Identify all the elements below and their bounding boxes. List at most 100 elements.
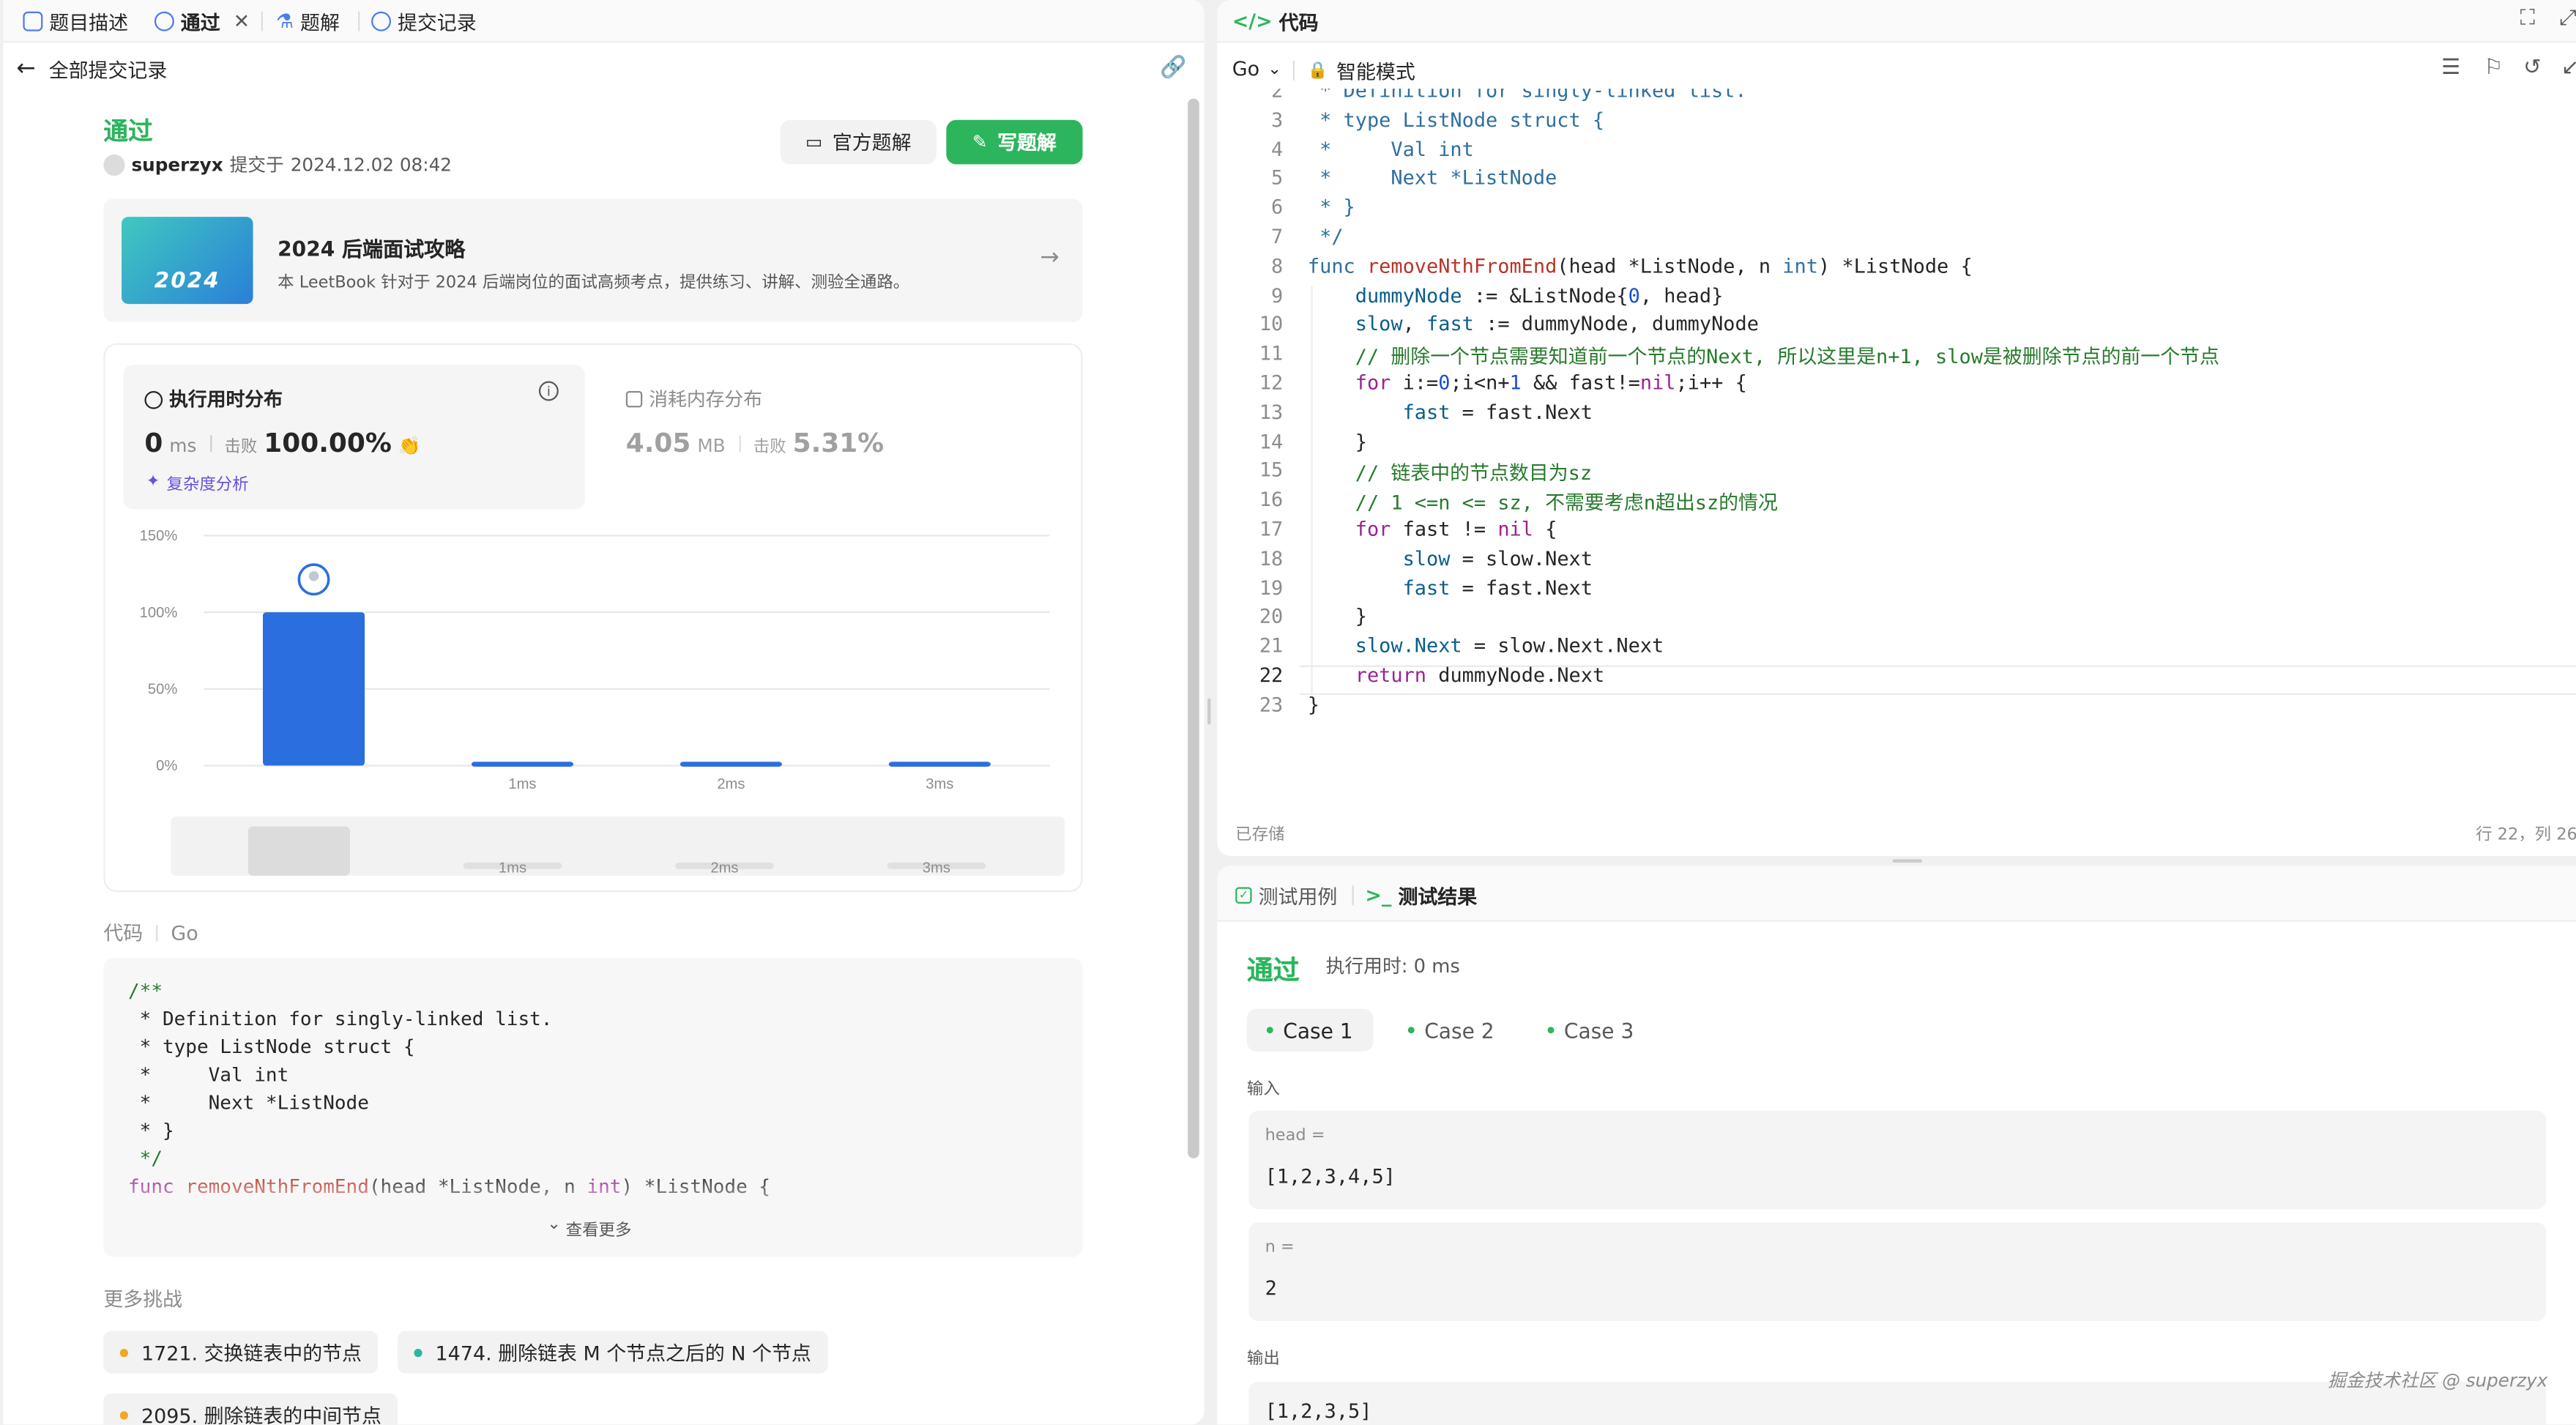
left-tab-bar: 题目描述 通过 ✕ ⚗ 题解 提交记录: [3, 0, 1205, 43]
code-editor[interactable]: 2 * Definition for singly-linked list. 3 …: [1218, 89, 2576, 795]
tab-submissions[interactable]: 提交记录: [371, 7, 477, 36]
official-solution-button[interactable]: ▭ 官方题解: [780, 119, 937, 165]
fullscreen-icon[interactable]: ⛶: [2520, 7, 2535, 31]
minimap-label: 1ms: [499, 860, 526, 876]
challenge-chip[interactable]: 1474. 删除链表 M 个节点之后的 N 个节点: [397, 1331, 828, 1374]
vertical-splitter[interactable]: [1207, 698, 1211, 725]
close-icon[interactable]: ✕: [234, 10, 250, 32]
case-tab-2[interactable]: Case 2: [1388, 1009, 1514, 1052]
code-section-header: 代码 Go: [103, 920, 198, 945]
editor-line: slow, fast := dummyNode, dummyNode: [1355, 313, 1759, 336]
back-link[interactable]: ← 全部提交记录: [16, 56, 167, 82]
case-tab-3[interactable]: Case 3: [1528, 1009, 1654, 1052]
line-number: 10: [1259, 313, 1284, 336]
info-icon[interactable]: i: [538, 381, 559, 401]
tab-testcases[interactable]: ✓ 测试用例: [1235, 881, 1337, 910]
memory-title: 消耗内存分布: [625, 386, 762, 412]
complexity-analysis-link[interactable]: ✦ 复杂度分析: [146, 470, 249, 494]
line-number: 17: [1259, 517, 1284, 541]
leetbook-banner[interactable]: 2024 2024 后端面试攻略 本 LeetBook 针对于 2024 后端岗…: [103, 198, 1083, 322]
smart-mode-toggle[interactable]: 🔒 智能模式: [1308, 58, 1415, 86]
line-number: 2: [1271, 89, 1284, 103]
code-line: * Definition for singly-linked list.: [128, 1007, 553, 1030]
line-number: 21: [1259, 634, 1284, 658]
test-tab-bar: ✓ 测试用例 >_ 测试结果: [1217, 866, 2576, 922]
collapse-icon[interactable]: ⤢: [2560, 7, 2576, 31]
runtime-distribution-chart[interactable]: 0% 50% 100% 150% 1ms 2ms 3ms 1ms 2ms 3ms: [105, 510, 1084, 891]
horizontal-splitter[interactable]: [1892, 859, 1923, 863]
input-field-head[interactable]: head = [1,2,3,4,5]: [1248, 1110, 2547, 1210]
editor-line: for i:=0;i<n+1 && fast!=nil;i++ {: [1355, 371, 1747, 395]
tab-test-result[interactable]: >_ 测试结果: [1365, 881, 1477, 910]
chart-bar: [471, 762, 574, 767]
book-icon: ▭: [805, 131, 823, 153]
runtime-box[interactable]: 执行用时分布 i 0 ms 击败 100.00% 👏 ✦ 复杂度分析: [123, 365, 585, 510]
challenge-chip[interactable]: 1721. 交换链表中的节点: [103, 1331, 379, 1374]
editor-line: slow.Next = slow.Next.Next: [1355, 634, 1664, 658]
test-runtime: 执行用时: 0 ms: [1325, 954, 1460, 978]
link-icon[interactable]: 🔗: [1160, 56, 1186, 81]
tab-description[interactable]: 题目描述: [23, 7, 128, 36]
history-icon: [371, 11, 391, 31]
arrow-right-icon: →: [1040, 245, 1060, 272]
clap-icon: 👏: [398, 435, 421, 457]
editor-line: * }: [1307, 196, 1355, 219]
sparkle-icon: ✦: [146, 473, 160, 491]
tab-accepted[interactable]: 通过 ✕: [154, 7, 250, 36]
line-number: 8: [1271, 254, 1284, 278]
line-number: 23: [1259, 693, 1284, 716]
language-select[interactable]: Go ⌄: [1232, 58, 1281, 81]
stats-card: 执行用时分布 i 0 ms 击败 100.00% 👏 ✦ 复杂度分析 消耗内存分…: [103, 343, 1084, 893]
input-label: 输入: [1246, 1081, 1280, 1099]
y-tick-label: 150%: [140, 528, 178, 544]
submitted-code-block[interactable]: /** * Definition for singly-linked list.…: [103, 958, 1083, 1257]
minimap-selection: [247, 826, 350, 876]
line-number: 7: [1271, 225, 1284, 248]
x-tick-label: 3ms: [926, 776, 953, 792]
line-number: 18: [1259, 546, 1284, 570]
code-line: * type ListNode struct {: [128, 1035, 415, 1058]
chevron-down-icon: ⌄: [1267, 59, 1282, 78]
code-line: */: [128, 1147, 163, 1170]
line-number: 16: [1259, 488, 1284, 512]
line-number: 11: [1259, 342, 1284, 365]
tab-divider: [358, 11, 360, 31]
banner-desc: 本 LeetBook 针对于 2024 后端岗位的面试高频考点，提供练习、讲解、…: [278, 274, 910, 293]
editor-line: * type ListNode struct {: [1307, 108, 1605, 132]
line-number: 13: [1259, 400, 1284, 424]
memory-value-row: 4.05 MB 击败 5.31%: [625, 427, 885, 458]
expand-icon[interactable]: ↙: [2561, 56, 2576, 81]
saved-status: 已存储: [1235, 826, 1285, 845]
editor-line: * Val int: [1307, 137, 1474, 160]
challenge-chip[interactable]: 2095. 删除链表的中间节点: [103, 1393, 398, 1425]
runtime-value-row: 0 ms 击败 100.00% 👏: [144, 427, 421, 458]
line-number: 15: [1259, 458, 1284, 483]
bookmark-icon[interactable]: ⚐: [2484, 56, 2503, 81]
avatar[interactable]: [103, 153, 125, 175]
memory-box[interactable]: 消耗内存分布 4.05 MB 击败 5.31%: [606, 365, 1066, 509]
avatar-icon: [308, 571, 319, 581]
left-scrollbar[interactable]: [1188, 98, 1199, 1158]
cursor-position: 行 22，列 26: [2476, 826, 2576, 845]
runtime-title: 执行用时分布: [144, 386, 283, 412]
line-number: 20: [1259, 605, 1284, 628]
banner-title: 2024 后端面试攻略: [278, 237, 466, 261]
code-line: /**: [128, 979, 163, 1002]
tab-solutions[interactable]: ⚗ 题解: [276, 7, 340, 36]
editor-code: 2 * Definition for singly-linked list. 3 …: [1218, 89, 2576, 795]
left-panel: 题目描述 通过 ✕ ⚗ 题解 提交记录 ← 全部提交记录 🔗 通过 superzyx…: [3, 0, 1205, 1425]
format-icon[interactable]: ☰: [2441, 56, 2460, 81]
show-more-button[interactable]: ⌄ 查看更多: [547, 1216, 631, 1240]
editor-line: }: [1307, 429, 1367, 453]
flask-icon: ⚗: [275, 10, 294, 33]
editor-panel: </>代码 ⛶ ⤢ Go⌄ 🔒智能模式 ☰ ⚐ ↺ ↙ 2 * Definiti…: [1217, 0, 2576, 856]
x-tick-label: 2ms: [717, 776, 745, 792]
reset-icon[interactable]: ↺: [2523, 56, 2541, 81]
tab-code[interactable]: </> 代码: [1232, 7, 1319, 36]
input-field-n[interactable]: n = 2: [1248, 1222, 2547, 1321]
watermark: 掘金技术社区 @ superzyx: [2328, 1370, 2548, 1392]
write-solution-button[interactable]: ✎ 写题解: [946, 119, 1083, 165]
editor-line: fast = fast.Next: [1402, 400, 1593, 424]
more-challenges-title: 更多挑战: [103, 1287, 183, 1311]
case-tab-1[interactable]: Case 1: [1246, 1008, 1373, 1052]
